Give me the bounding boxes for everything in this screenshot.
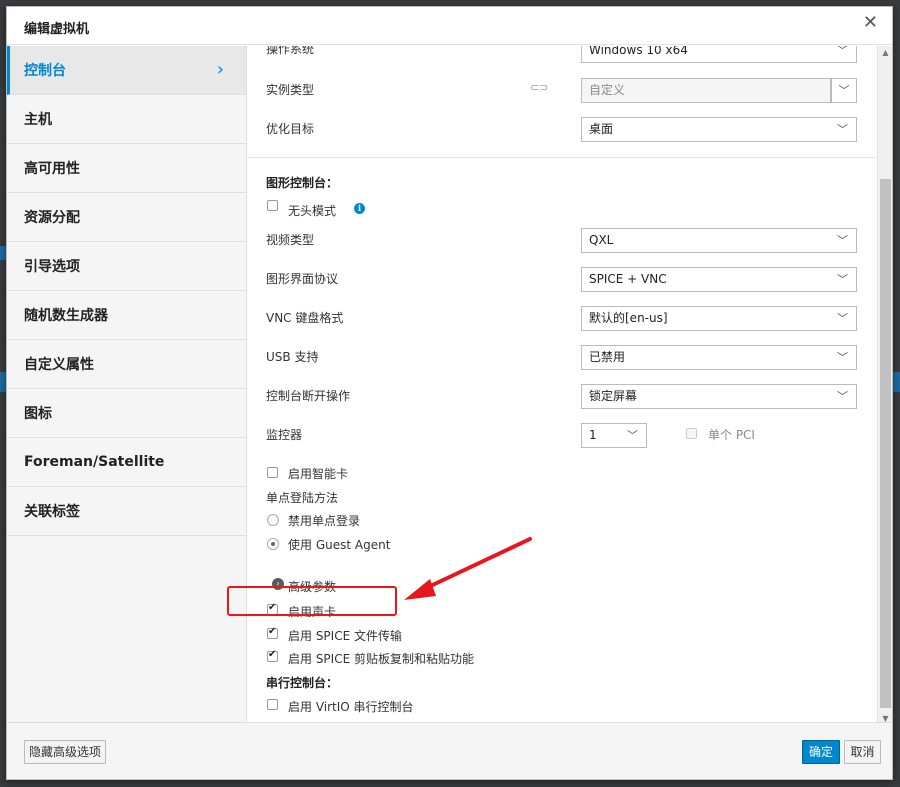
- background-app-strip: [892, 372, 900, 392]
- vnc-keymap-label: VNC 键盘格式: [266, 311, 344, 325]
- headless-mode-checkbox[interactable]: [267, 200, 278, 211]
- spice-file-transfer-checkbox[interactable]: [267, 626, 278, 639]
- smartcard-checkbox[interactable]: [267, 467, 278, 478]
- content-scrollbar[interactable]: ▲ ▼: [877, 46, 892, 725]
- sidebar-item-custom-properties[interactable]: 自定义属性: [7, 340, 246, 389]
- sidebar-item-resource-allocation[interactable]: 资源分配: [7, 193, 246, 242]
- edit-vm-dialog: 编辑虚拟机 ✕ 控制台 › 主机 高可用性 资源分配 引导选项 随机数生成器 自…: [6, 6, 893, 780]
- chevron-down-icon: ﹀: [837, 123, 848, 136]
- usb-support-value: 已禁用: [589, 350, 626, 364]
- chevron-down-icon: ﹀: [837, 390, 848, 403]
- chevron-down-icon: ﹀: [837, 351, 848, 364]
- scrollbar-thumb[interactable]: [880, 179, 891, 708]
- os-select[interactable]: Windows 10 x64 ﹀: [581, 46, 857, 63]
- dialog-header: 编辑虚拟机 ✕: [7, 7, 892, 45]
- video-type-select[interactable]: QXL ﹀: [581, 228, 857, 253]
- serial-console-heading: 串行控制台：: [266, 676, 339, 690]
- disconnect-action-select[interactable]: 锁定屏幕 ﹀: [581, 384, 857, 409]
- protocol-value: SPICE + VNC: [589, 272, 667, 286]
- sidebar-item-affinity-labels[interactable]: 关联标签: [7, 487, 246, 536]
- usb-support-select[interactable]: 已禁用 ﹀: [581, 345, 857, 370]
- video-type-label: 视频类型: [266, 233, 315, 247]
- scroll-up-icon[interactable]: ▲: [878, 48, 893, 57]
- os-select-value: Windows 10 x64: [589, 46, 688, 57]
- usb-support-label: USB 支持: [266, 350, 319, 364]
- instance-type-dropdown-button[interactable]: ﹀: [831, 78, 857, 103]
- virtio-serial-checkbox[interactable]: [267, 699, 278, 710]
- instance-type-value: 自定义: [589, 83, 626, 97]
- protocol-select[interactable]: SPICE + VNC ﹀: [581, 267, 857, 292]
- annotation-arrow-icon: [404, 537, 532, 600]
- sidebar-item-console[interactable]: 控制台 ›: [7, 46, 246, 95]
- protocol-label: 图形界面协议: [266, 272, 339, 286]
- os-label: 操作系统: [266, 46, 315, 56]
- spice-clipboard-checkbox[interactable]: [267, 649, 278, 662]
- virtio-serial-label: 启用 VirtIO 串行控制台: [288, 700, 414, 714]
- sidebar-item-label: 高可用性: [24, 161, 80, 177]
- single-pci-label: 单个 PCI: [708, 428, 755, 442]
- monitors-label: 监控器: [266, 428, 303, 442]
- instance-type-select[interactable]: 自定义: [581, 78, 831, 103]
- chevron-down-icon: ﹀: [837, 46, 848, 57]
- sso-method-label: 单点登陆方法: [266, 491, 339, 505]
- dialog-footer: 隐藏高级选项 确定 取消: [7, 722, 892, 779]
- sidebar-item-rng[interactable]: 随机数生成器: [7, 291, 246, 340]
- graphics-console-heading: 图形控制台：: [266, 176, 339, 190]
- cancel-button[interactable]: 取消: [844, 740, 881, 764]
- sidebar-item-label: 图标: [24, 406, 52, 422]
- chevron-down-icon: ﹀: [837, 273, 848, 286]
- close-icon[interactable]: ✕: [863, 14, 878, 32]
- sidebar-item-icon[interactable]: 图标: [7, 389, 246, 438]
- video-type-value: QXL: [589, 233, 614, 247]
- single-pci-checkbox[interactable]: [686, 428, 697, 439]
- dialog-title: 编辑虚拟机: [24, 22, 90, 37]
- sso-guest-agent-radio[interactable]: [267, 538, 279, 550]
- sidebar-item-label: 资源分配: [24, 210, 80, 226]
- sidebar-item-label: Foreman/Satellite: [24, 454, 165, 470]
- headless-mode-label: 无头模式: [288, 204, 337, 218]
- sidebar-item-label: 随机数生成器: [24, 308, 108, 324]
- sso-guest-agent-label: 使用 Guest Agent: [288, 538, 391, 552]
- annotation-highlight-box: [227, 586, 397, 616]
- sidebar-item-foreman[interactable]: Foreman/Satellite: [7, 438, 246, 487]
- smartcard-label: 启用智能卡: [288, 467, 349, 481]
- spice-file-transfer-label: 启用 SPICE 文件传输: [288, 629, 402, 643]
- chevron-down-icon: ﹀: [837, 234, 848, 247]
- vnc-keymap-select[interactable]: 默认的[en-us] ﹀: [581, 306, 857, 331]
- chevron-right-icon: ›: [216, 59, 224, 80]
- sso-disable-radio[interactable]: [267, 514, 279, 526]
- link-icon: ⊂⊃: [530, 81, 549, 94]
- ok-button[interactable]: 确定: [802, 740, 840, 764]
- console-settings-panel: 操作系统 Windows 10 x64 ﹀ 实例类型 ⊂⊃ 自定义 ﹀ 优化目标…: [248, 46, 877, 725]
- sso-disable-label: 禁用单点登录: [288, 514, 361, 528]
- disconnect-action-value: 锁定屏幕: [589, 389, 638, 403]
- sidebar-item-label: 控制台: [24, 63, 66, 79]
- optimize-select[interactable]: 桌面 ﹀: [581, 117, 857, 142]
- sidebar-item-label: 自定义属性: [24, 357, 94, 373]
- sidebar-item-boot-options[interactable]: 引导选项: [7, 242, 246, 291]
- disconnect-action-label: 控制台断开操作: [266, 389, 351, 403]
- vnc-keymap-value: 默认的[en-us]: [589, 311, 668, 325]
- hide-advanced-button[interactable]: 隐藏高级选项: [24, 740, 106, 764]
- sidebar-item-high-availability[interactable]: 高可用性: [7, 144, 246, 193]
- sidebar-item-label: 关联标签: [24, 504, 80, 520]
- instance-type-label: 实例类型: [266, 83, 315, 97]
- sidebar-item-label: 主机: [24, 112, 52, 128]
- sidebar-item-host[interactable]: 主机: [7, 95, 246, 144]
- sidebar-nav: 控制台 › 主机 高可用性 资源分配 引导选项 随机数生成器 自定义属性 图标 …: [7, 46, 247, 725]
- info-icon[interactable]: i: [354, 203, 365, 214]
- section-divider: [248, 157, 877, 158]
- chevron-down-icon: ﹀: [627, 429, 638, 442]
- sidebar-item-label: 引导选项: [24, 259, 80, 275]
- chevron-down-icon: ﹀: [837, 312, 848, 325]
- optimize-select-value: 桌面: [589, 122, 614, 136]
- monitors-value: 1: [589, 428, 597, 442]
- monitors-select[interactable]: 1 ﹀: [581, 423, 647, 448]
- spice-clipboard-label: 启用 SPICE 剪贴板复制和粘贴功能: [288, 652, 474, 666]
- optimize-label: 优化目标: [266, 122, 315, 136]
